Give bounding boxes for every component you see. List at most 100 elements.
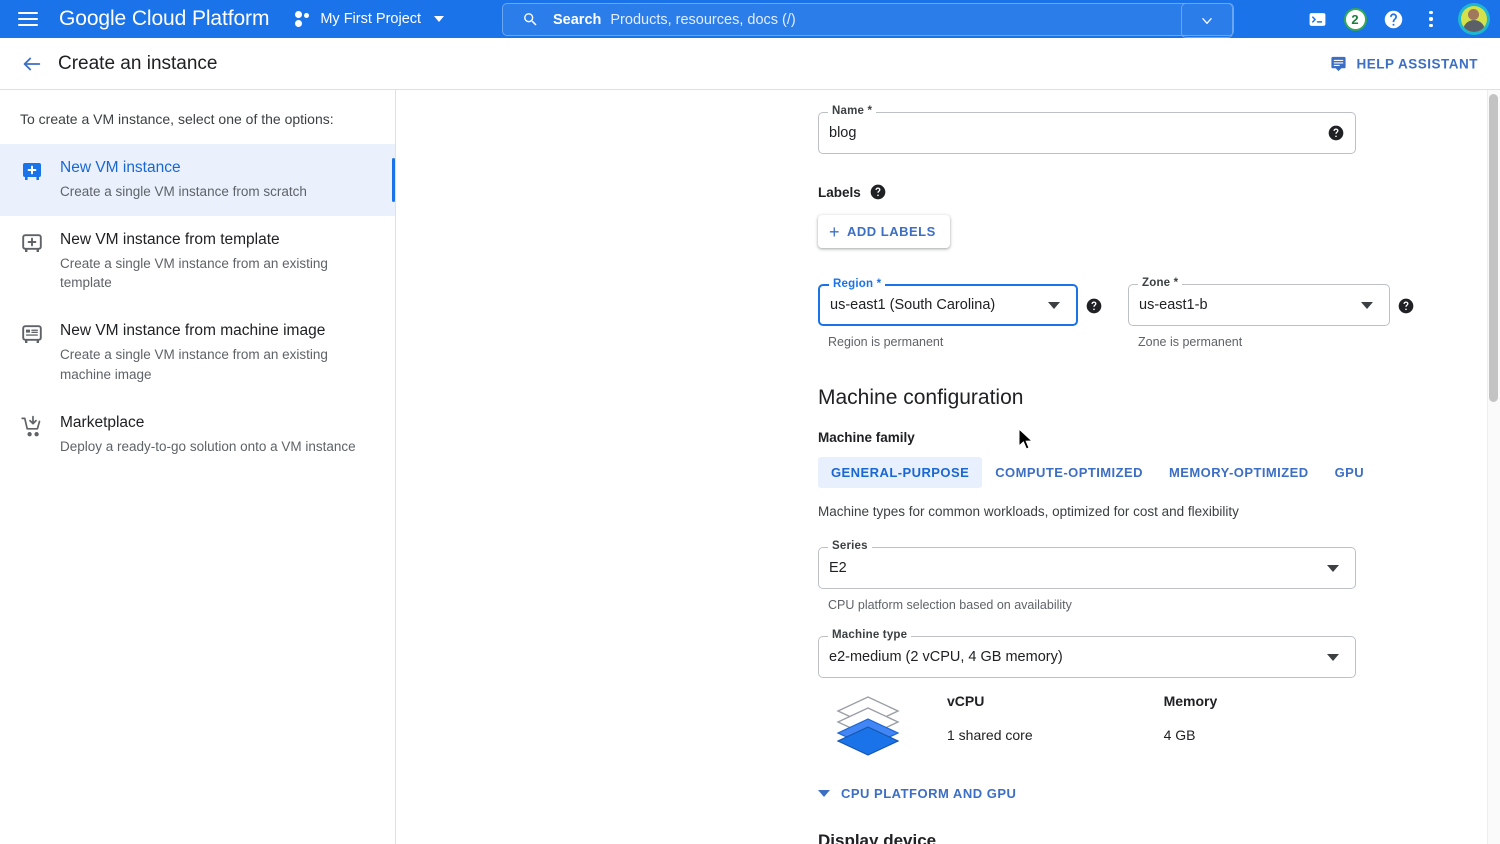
back-arrow-icon[interactable] [12,44,52,84]
top-navigation-bar: Google Cloud Platform My First Project S… [0,0,1500,38]
page-body: To create a VM instance, select one of t… [0,90,1500,844]
project-picker[interactable]: My First Project [291,4,448,34]
chevron-down-icon[interactable] [1327,564,1339,572]
new-vm-instance-icon [23,162,41,180]
marketplace-cart-icon [21,415,41,436]
vertical-scrollbar-track[interactable] [1487,90,1500,844]
display-device-heading: Display device [818,831,937,844]
chevron-down-icon [818,790,830,797]
name-field-label: Name * [828,105,877,117]
region-select[interactable]: Region * us-east1 (South Carolina) [818,278,1078,326]
add-labels-label: ADD LABELS [847,224,936,239]
sidebar-item-title: New VM instance from machine image [60,322,326,340]
labels-label: Labels [818,184,861,200]
sidebar-item-marketplace[interactable]: Marketplace Deploy a ready-to-go solutio… [0,399,395,471]
region-value: us-east1 (South Carolina) [830,297,996,313]
sidebar-item-subtitle: Create a single VM instance from scratch [60,183,307,199]
machine-type-select[interactable]: Machine type e2-medium (2 vCPU, 4 GB mem… [818,629,1356,678]
hamburger-menu-icon[interactable] [10,1,46,37]
machine-specs: vCPU 1 shared core Memory 4 GB [818,693,1500,757]
chevron-down-icon[interactable] [1327,653,1339,661]
help-circle-icon[interactable] [1328,125,1344,141]
cloud-shell-icon[interactable] [1300,2,1334,36]
account-avatar[interactable] [1458,3,1490,35]
tab-gpu[interactable]: GPU [1322,457,1378,488]
tab-general-purpose[interactable]: GENERAL-PURPOSE [818,457,983,488]
sidebar-intro: To create a VM instance, select one of t… [20,111,334,127]
project-name: My First Project [320,11,422,27]
sidebar-item-new-vm-from-machine-image[interactable]: New VM instance from machine image Creat… [0,307,395,399]
chevron-down-icon[interactable] [1048,301,1060,309]
region-label: Region * [829,278,886,290]
notifications-count: 2 [1343,7,1367,31]
search-placeholder: Products, resources, docs (/) [610,11,796,28]
memory-header: Memory [1163,693,1218,709]
help-circle-icon[interactable] [1398,298,1414,314]
vcpu-spec: vCPU 1 shared core [947,693,1033,743]
help-circle-icon[interactable] [1086,298,1102,314]
instance-options-sidebar: To create a VM instance, select one of t… [0,90,396,844]
sidebar-item-new-vm-instance[interactable]: New VM instance Create a single VM insta… [0,143,395,216]
sidebar-item-subtitle: Create a single VM instance from an exis… [60,255,328,291]
zone-value: us-east1-b [1139,297,1208,313]
sidebar-item-subtitle: Create a single VM instance from an exis… [60,347,328,382]
vm-from-template-icon [22,233,42,252]
name-field[interactable]: Name * blog [818,105,1356,154]
instance-form-panel: Name * blog Labels + ADD LABELS Region *… [396,90,1500,844]
zone-helper-text: Zone is permanent [1138,335,1243,349]
vcpu-header: vCPU [947,693,985,709]
cpu-platform-expander-label: CPU PLATFORM AND GPU [841,786,1017,801]
machine-configuration-heading: Machine configuration [818,386,1024,409]
sidebar-selection-indicator [391,157,395,202]
sidebar-item-title: New VM instance [60,158,181,176]
series-select[interactable]: Series E2 [818,540,1356,589]
memory-spec: Memory 4 GB [1164,693,1218,743]
zone-label: Zone * [1138,277,1183,289]
vertical-scrollbar-thumb[interactable] [1489,94,1498,402]
sidebar-item-title: Marketplace [60,413,145,431]
help-assistant-button[interactable]: HELP ASSISTANT [1330,55,1478,72]
machine-stack-icon [836,696,900,756]
search-icon [524,13,537,26]
notifications-button[interactable]: 2 [1338,2,1372,36]
more-options-icon[interactable] [1414,2,1448,36]
chevron-down-icon [1202,17,1212,24]
page-subheader: Create an instance HELP ASSISTANT [0,38,1500,90]
sidebar-item-subtitle: Deploy a ready-to-go solution onto a VM … [60,438,356,454]
help-assistant-label: HELP ASSISTANT [1356,56,1478,71]
tab-compute-optimized[interactable]: COMPUTE-OPTIMIZED [982,457,1156,488]
vm-from-machine-image-icon [22,325,42,344]
memory-value: 4 GB [1163,727,1196,743]
help-assistant-icon [1331,56,1347,71]
series-label: Series [828,540,872,552]
vcpu-value: 1 shared core [947,727,1033,743]
page-title: Create an instance [58,52,218,74]
machine-family-label: Machine family [818,430,915,445]
search-expand-button[interactable] [1181,3,1233,38]
series-value: E2 [829,560,847,576]
name-field-value: blog [829,125,857,141]
zone-select[interactable]: Zone * us-east1-b [1128,277,1390,326]
chevron-down-icon[interactable] [1361,301,1373,309]
labels-section-header: Labels [818,184,1500,200]
machine-type-label: Machine type [828,629,912,641]
search-bar[interactable]: Search Products, resources, docs (/) [502,3,1234,38]
help-icon[interactable] [1376,2,1410,36]
brand-title: Google Cloud Platform [59,7,270,30]
cpu-platform-and-gpu-expander[interactable]: CPU PLATFORM AND GPU [818,786,1500,801]
tab-memory-optimized[interactable]: MEMORY-OPTIMIZED [1156,457,1322,488]
sidebar-item-title: New VM instance from template [60,230,280,248]
series-helper-text: CPU platform selection based on availabi… [828,598,1072,612]
topbar-actions: 2 [1300,0,1492,38]
machine-family-tabs: GENERAL-PURPOSE COMPUTE-OPTIMIZED MEMORY… [818,457,1500,488]
add-labels-button[interactable]: + ADD LABELS [818,215,950,248]
help-circle-icon[interactable] [870,184,886,200]
machine-type-value: e2-medium (2 vCPU, 4 GB memory) [829,649,1063,665]
plus-icon: + [829,221,841,242]
sidebar-item-new-vm-from-template[interactable]: New VM instance from template Create a s… [0,216,395,308]
chevron-down-icon [434,16,445,22]
machine-family-description: Machine types for common workloads, opti… [818,504,1239,519]
region-helper-text: Region is permanent [828,335,944,349]
region-zone-row: Region * us-east1 (South Carolina) Regio… [818,277,1500,349]
search-label: Search [553,11,602,28]
